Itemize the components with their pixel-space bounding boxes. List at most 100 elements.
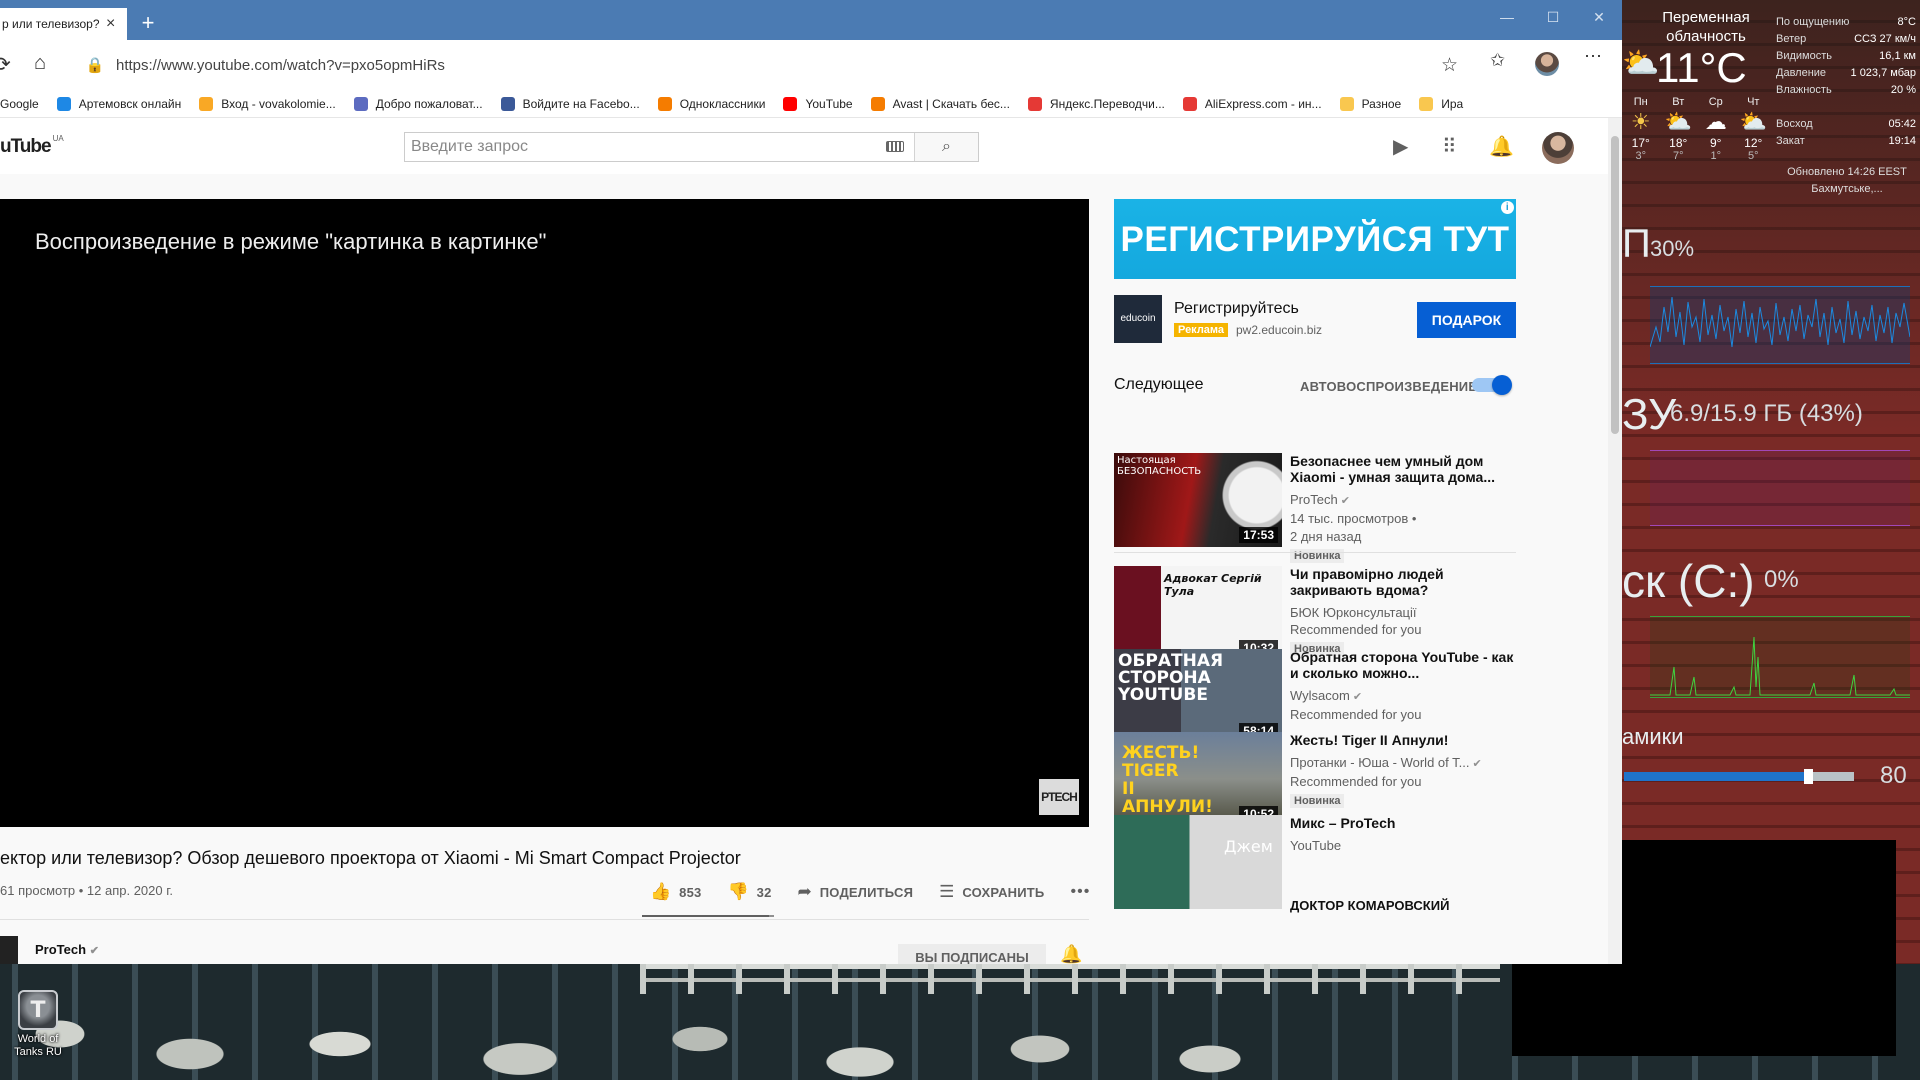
dislike-button[interactable]: 👎 32: [727, 882, 771, 902]
video-info: Чи правомірно людей закривають вдома? БЮК…: [1290, 566, 1516, 657]
video-channel[interactable]: Протанки - Юша - World of T... ✔: [1290, 754, 1516, 773]
lock-icon: 🔒: [85, 57, 105, 74]
maximize-button[interactable]: ☐: [1530, 0, 1576, 36]
keyboard-icon[interactable]: [886, 141, 904, 152]
ad-cta-button[interactable]: ПОДАРОК: [1417, 302, 1516, 338]
desktop-icon-world-of-tanks[interactable]: World of Tanks RU: [4, 990, 72, 1076]
video-channel[interactable]: БЮК Юрконсультації: [1290, 604, 1516, 621]
bookmark-item[interactable]: Вход - vovakolomie...: [199, 96, 336, 111]
channel-notifications-bell-icon[interactable]: 🔔: [1060, 944, 1082, 964]
bookmark-label: Одноклассники: [679, 96, 766, 111]
favorites-icon[interactable]: ✩: [1490, 50, 1505, 71]
video-title[interactable]: Жесть! Tiger II Апнули!: [1290, 732, 1516, 748]
youtube-logo[interactable]: uTube UA: [0, 134, 64, 158]
weather-detail-key: Видимость: [1776, 50, 1832, 62]
share-button[interactable]: ➦ ПОДЕЛИТЬСЯ: [798, 882, 914, 902]
video-title[interactable]: Чи правомірно людей закривають вдома?: [1290, 566, 1516, 598]
home-icon[interactable]: ⌂: [34, 52, 46, 75]
video-thumbnail[interactable]: Джем: [1114, 815, 1282, 909]
video-thumbnail[interactable]: Адвокат Сергій Тула 10:32: [1114, 566, 1282, 660]
world-of-tanks-icon: [18, 990, 58, 1030]
forecast-low: 3°: [1635, 150, 1647, 162]
video-thumbnail[interactable]: ЖЕСТЬ! TIGER II АПНУЛИ! 10:52: [1114, 732, 1282, 826]
up-next-video-card[interactable]: ЖЕСТЬ! TIGER II АПНУЛИ! 10:52 Жесть! Tiger…: [1114, 732, 1516, 828]
video-thumbnail[interactable]: Настоящая БЕЗОПАСНОСТЬ 17:53: [1114, 453, 1282, 547]
bookmark-item[interactable]: Одноклассники: [657, 96, 766, 111]
bookmark-item[interactable]: Артемовск онлайн: [56, 96, 181, 111]
create-video-icon[interactable]: ▶: [1393, 134, 1408, 159]
tab-close-icon[interactable]: ×: [106, 15, 115, 33]
browser-tab-active[interactable]: р или телевизор? ×: [0, 8, 127, 40]
bookmark-label: Avast | Скачать бес...: [892, 96, 1010, 111]
up-next-video-card[interactable]: Джем Микс – ProTech YouTube: [1114, 815, 1516, 911]
search-button[interactable]: ⌕: [914, 133, 978, 161]
close-window-button[interactable]: ✕: [1576, 0, 1622, 36]
up-next-video-card[interactable]: ОБРАТНАЯ СТОРОНА YOUTUBE 58:14 Обратная ст…: [1114, 649, 1516, 745]
video-title[interactable]: Микс – ProTech: [1290, 815, 1516, 831]
thumbnail-text: Адвокат Сергій Тула: [1164, 572, 1262, 598]
new-tab-button[interactable]: +: [136, 10, 160, 36]
like-button[interactable]: 👍 853: [650, 882, 701, 902]
advertiser-logo[interactable]: educoin: [1114, 295, 1162, 343]
favorite-star-icon[interactable]: ☆: [1441, 54, 1458, 77]
bookmark-item[interactable]: YouTube: [783, 96, 853, 111]
ad-banner[interactable]: РЕГИСТРИРУЙСЯ ТУТ i: [1114, 199, 1516, 279]
channel-name[interactable]: ProTech ✔: [35, 942, 99, 957]
bookmark-item[interactable]: Разное: [1339, 96, 1402, 111]
bookmark-item[interactable]: Google: [0, 97, 39, 111]
channel-watermark[interactable]: PTECH: [1039, 779, 1079, 815]
bookmark-item[interactable]: Avast | Скачать бес...: [870, 96, 1010, 111]
youtube-header: uTubeUA ⌕ ▶ ⠿ 🔔: [0, 118, 1608, 174]
video-channel-name: Протанки - Юша - World of T...: [1290, 755, 1470, 770]
bookmark-item[interactable]: Яндекс.Переводчи...: [1027, 96, 1165, 111]
minimize-button[interactable]: —: [1484, 0, 1530, 36]
weather-updated: Обновлено 14:26 EEST Бахмутське,...: [1772, 164, 1920, 198]
video-player[interactable]: Воспроизведение в режиме "картинка в кар…: [0, 199, 1089, 827]
address-url[interactable]: https://www.youtube.com/watch?v=pxo5opmH…: [116, 57, 445, 74]
next-video-title-partial[interactable]: ДОКТОР КОМАРОВСКИЙ: [1290, 898, 1449, 913]
video-channel[interactable]: ProTech ✔: [1290, 491, 1516, 510]
refresh-icon[interactable]: ⟳: [0, 52, 11, 77]
up-next-video-card[interactable]: Адвокат Сергій Тула 10:32 Чи правомірно лю…: [1114, 566, 1516, 662]
search-input[interactable]: [405, 133, 914, 161]
verified-icon: ✔: [1472, 758, 1482, 770]
cpu-graph: [1650, 286, 1910, 364]
profile-avatar[interactable]: [1535, 52, 1559, 76]
video-title[interactable]: Обратная сторона YouTube - как и сколько…: [1290, 649, 1516, 681]
user-avatar[interactable]: [1542, 132, 1574, 164]
page-scrollbar[interactable]: [1608, 118, 1622, 964]
volume-slider[interactable]: [1624, 769, 1854, 784]
video-channel[interactable]: YouTube: [1290, 837, 1516, 854]
volume-thumb[interactable]: [1804, 769, 1813, 784]
video-title[interactable]: Безопаснее чем умный дом Xiaomi - умная …: [1290, 453, 1516, 485]
channel-avatar[interactable]: [0, 936, 18, 964]
address-bar[interactable]: 🔒 https://www.youtube.com/watch?v=pxo5op…: [78, 48, 1458, 82]
up-next-video-card[interactable]: Настоящая БЕЗОПАСНОСТЬ 17:53 Безопаснее че…: [1114, 453, 1516, 563]
bookmark-label: Разное: [1361, 96, 1402, 111]
bookmark-item[interactable]: Войдите на Facebo...: [500, 96, 640, 111]
scrollbar-thumb[interactable]: [1611, 136, 1619, 434]
video-channel[interactable]: Wylsacom ✔: [1290, 687, 1516, 706]
more-menu-icon[interactable]: ⋯: [1584, 46, 1602, 67]
ad-card: educoin Регистрируйтесь Реклама pw2.educ…: [1114, 295, 1516, 345]
subscribed-button[interactable]: ВЫ ПОДПИСАНЫ: [898, 944, 1046, 964]
autoplay-toggle[interactable]: [1472, 375, 1512, 395]
forecast-day-name: Чт: [1747, 96, 1760, 108]
share-label: ПОДЕЛИТЬСЯ: [819, 884, 914, 900]
ad-info-icon[interactable]: i: [1501, 201, 1514, 214]
save-button[interactable]: ☰ СОХРАНИТЬ: [939, 882, 1044, 902]
apps-grid-icon[interactable]: ⠿: [1442, 134, 1457, 159]
notifications-bell-icon[interactable]: 🔔: [1489, 134, 1514, 159]
bookmark-item[interactable]: Добро пожаловат...: [353, 96, 483, 111]
divider: [0, 919, 1089, 920]
video-info: Микс – ProTech YouTube: [1290, 815, 1516, 854]
ram-graph: [1650, 450, 1910, 526]
bookmark-item[interactable]: AliExpress.com - ин...: [1182, 96, 1322, 111]
more-actions-button[interactable]: •••: [1070, 883, 1090, 901]
bookmark-favicon-icon: [1339, 96, 1354, 111]
video-thumbnail[interactable]: ОБРАТНАЯ СТОРОНА YOUTUBE 58:14: [1114, 649, 1282, 743]
bookmark-item[interactable]: Ира: [1419, 96, 1463, 111]
thumbnail-text: Настоящая БЕЗОПАСНОСТЬ: [1117, 455, 1202, 477]
verified-icon: ✔: [89, 945, 99, 957]
ad-title[interactable]: Регистрируйтесь: [1174, 300, 1299, 318]
